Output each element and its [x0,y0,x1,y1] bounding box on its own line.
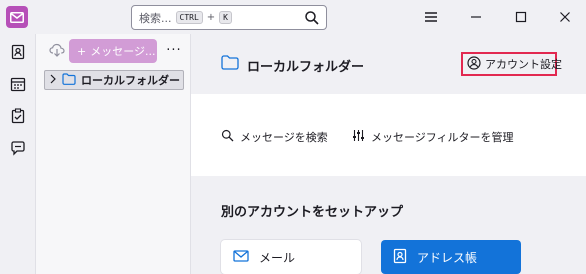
setup-address-book-button[interactable]: アドレス帳 [381,240,521,274]
account-actions: メッセージを検索 メッセージフィルターを管理 [191,94,586,176]
menu-icon[interactable] [420,6,442,28]
spaces-toolbar [0,34,36,274]
get-messages-icon[interactable] [46,40,68,60]
chat-space-icon[interactable] [8,138,28,158]
title-bar: 検索... CTRL + K [0,0,586,34]
setup-mail-button[interactable]: メール [221,240,361,274]
account-settings-button[interactable]: アカウント設定 [461,52,562,76]
search-messages-label: メッセージを検索 [240,131,328,144]
close-icon[interactable] [554,6,576,28]
address-book-space-icon[interactable] [8,42,28,62]
tasks-space-icon[interactable] [8,106,28,126]
setup-title: 別のアカウントをセットアップ [221,205,404,220]
new-message-label: メッセージ... [90,45,156,58]
chevron-right-icon[interactable] [49,74,57,87]
folder-label: ローカルフォルダー [81,74,180,87]
maximize-icon[interactable] [510,6,532,28]
minimize-icon[interactable] [465,6,487,28]
account-header: ローカルフォルダー アカウント設定 [191,34,586,94]
address-book-label: アドレス帳 [417,250,478,265]
ctrl-key-hint: CTRL [175,11,203,24]
folder-icon [62,72,76,88]
address-book-icon [393,248,407,267]
new-message-button[interactable]: + メッセージ... [69,39,157,63]
folder-pane: + メッセージ... ··· ローカルフォルダー [36,34,191,274]
filter-icon [352,129,365,145]
folder-item-local-folders[interactable]: ローカルフォルダー [44,70,184,90]
search-input[interactable]: 検索... CTRL + K [131,5,327,30]
search-icon[interactable] [304,10,320,26]
folder-icon [221,55,239,73]
search-icon [221,129,234,145]
calendar-space-icon[interactable] [8,74,28,94]
manage-filters-link[interactable]: メッセージフィルターを管理 [352,129,514,145]
search-messages-link[interactable]: メッセージを検索 [221,129,328,145]
plus-sign: + [206,12,216,23]
search-placeholder: 検索... [139,11,172,25]
mail-app-icon[interactable] [6,6,28,28]
more-options-icon[interactable]: ··· [164,40,184,60]
mail-label: メール [259,250,296,265]
page-title: ローカルフォルダー [247,60,365,75]
manage-filters-label: メッセージフィルターを管理 [371,131,514,144]
k-key-hint: K [219,11,232,24]
account-settings-label: アカウント設定 [485,58,562,71]
account-icon [467,55,481,73]
plus-icon: + [77,44,87,58]
envelope-icon [233,249,249,265]
setup-section: 別のアカウントをセットアップ メール アドレス帳 [191,176,586,274]
